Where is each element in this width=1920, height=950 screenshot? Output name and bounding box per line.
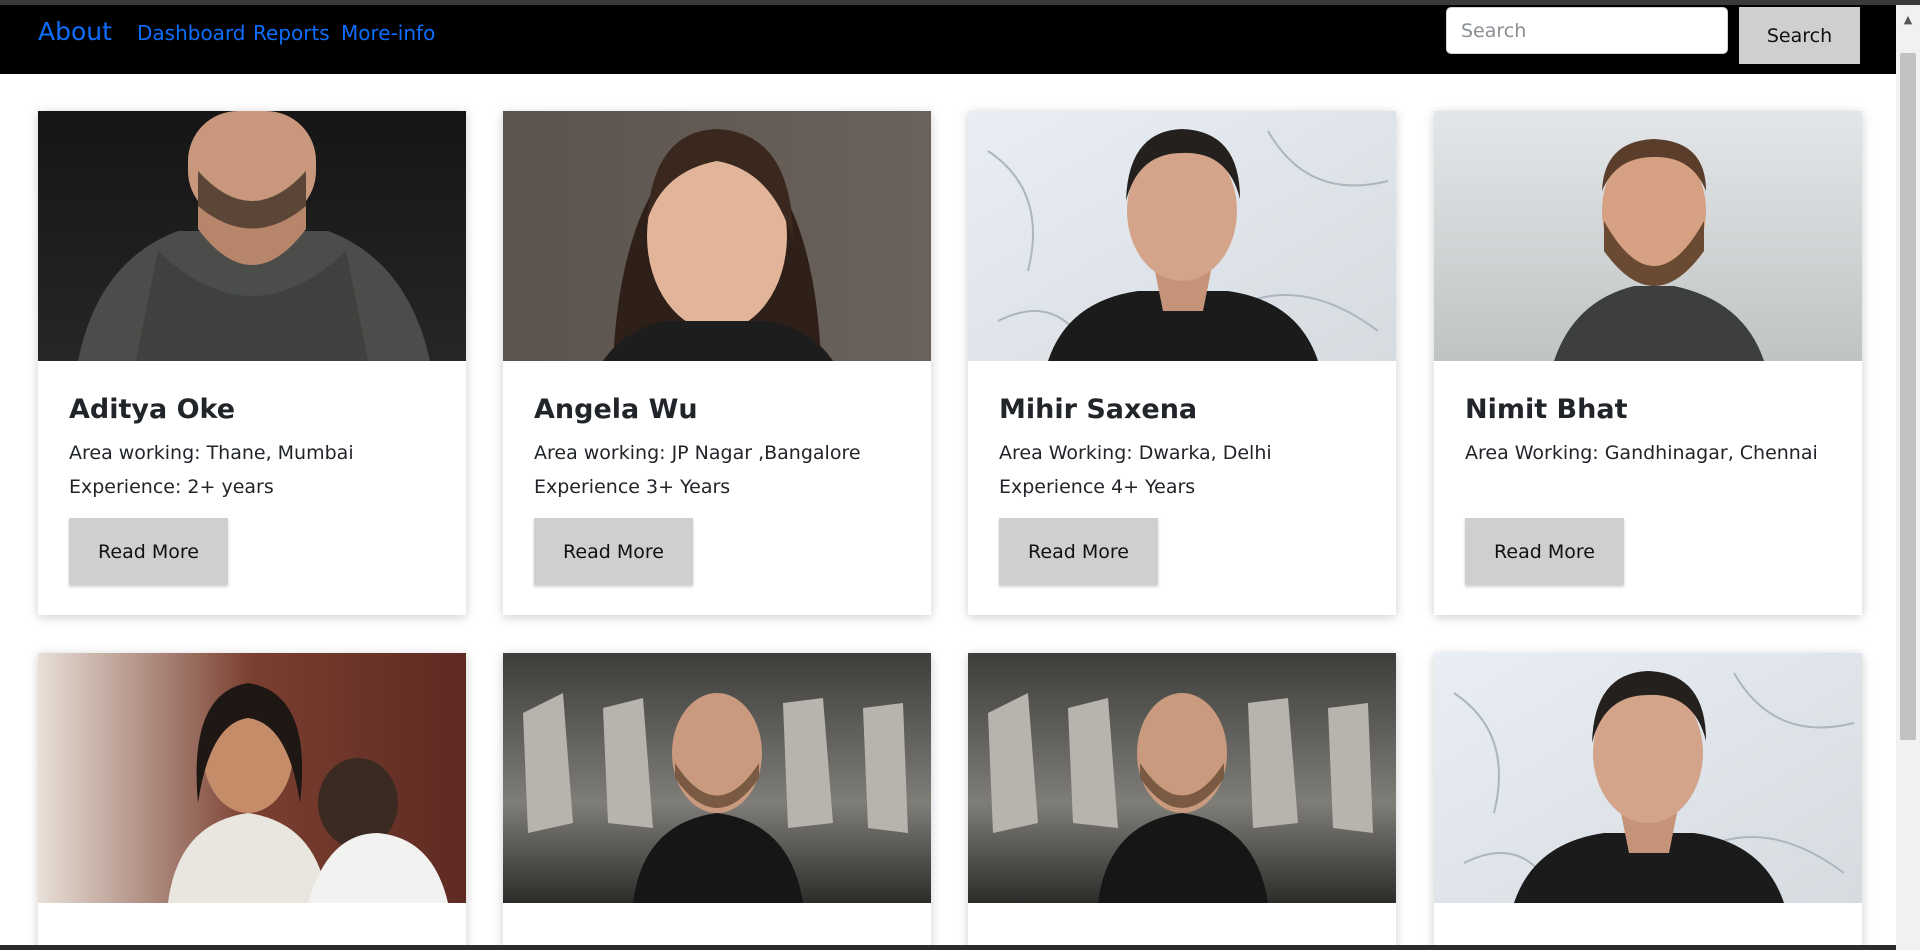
profile-name: Aditya Oke xyxy=(69,394,236,425)
profile-area: Area working: Thane, Mumbai xyxy=(69,442,354,464)
scrollbar-thumb[interactable] xyxy=(1900,53,1916,740)
profile-photo xyxy=(1434,111,1862,361)
profile-photo xyxy=(503,653,931,903)
scroll-up-arrow-icon[interactable]: ▲ xyxy=(1896,13,1920,33)
profile-photo xyxy=(968,653,1396,903)
profile-card: Mihir Saxena Area Working: Dwarka, Delhi… xyxy=(968,111,1396,615)
read-more-button[interactable]: Read More xyxy=(69,518,228,585)
profile-photo xyxy=(38,653,466,903)
profile-card: Angela Wu Area working: JP Nagar ,Bangal… xyxy=(503,111,931,615)
profile-experience: Experience 4+ Years xyxy=(999,476,1196,498)
read-more-button[interactable]: Read More xyxy=(999,518,1158,585)
profile-experience: Experience: 2+ years xyxy=(69,476,274,498)
profile-area: Area Working: Gandhinagar, Chennai xyxy=(1465,442,1818,464)
profile-card-grid: Aditya Oke Area working: Thane, Mumbai E… xyxy=(0,0,1896,950)
read-more-button[interactable]: Read More xyxy=(534,518,693,585)
profile-area: Area Working: Dwarka, Delhi xyxy=(999,442,1272,464)
profile-area: Area working: JP Nagar ,Bangalore xyxy=(534,442,861,464)
profile-photo xyxy=(968,111,1396,361)
profile-card xyxy=(38,653,466,950)
profile-name: Angela Wu xyxy=(534,394,698,425)
profile-card: Nimit Bhat Area Working: Gandhinagar, Ch… xyxy=(1434,111,1862,615)
profile-experience: Experience 3+ Years xyxy=(534,476,731,498)
profile-card xyxy=(968,653,1396,950)
profile-experience xyxy=(1465,470,1831,504)
vertical-scrollbar[interactable]: ▲ xyxy=(1896,5,1920,950)
profile-photo xyxy=(503,111,931,361)
profile-card xyxy=(1434,653,1862,950)
profile-card xyxy=(503,653,931,950)
profile-card: Aditya Oke Area working: Thane, Mumbai E… xyxy=(38,111,466,615)
read-more-button[interactable]: Read More xyxy=(1465,518,1624,585)
profile-photo xyxy=(38,111,466,361)
profile-name: Mihir Saxena xyxy=(999,394,1198,425)
profile-photo xyxy=(1434,653,1862,903)
horizontal-scrollbar[interactable] xyxy=(0,945,1896,950)
profile-name: Nimit Bhat xyxy=(1465,394,1628,425)
